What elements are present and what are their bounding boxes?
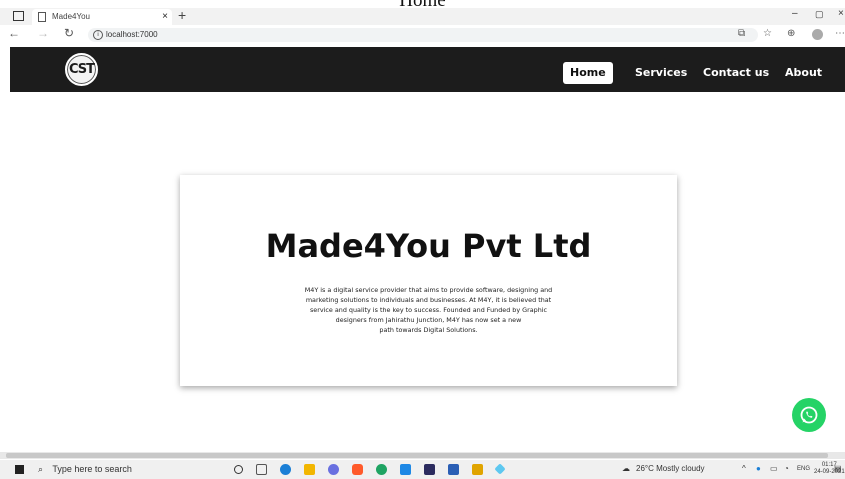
close-window-button[interactable]: × <box>838 8 844 19</box>
search-icon: ⌕ <box>38 464 44 474</box>
nav-home[interactable]: Home <box>563 62 613 84</box>
browser-toolbar: ← → ↻ i localhost:7000 ⧉ ☆ ⊕ ⋯ <box>0 25 845 45</box>
browser-tab-strip: Made4You × + – ▢ × <box>0 7 845 25</box>
site-header: CST Home Services Contact us About <box>10 47 845 92</box>
weather-status[interactable]: 26°C Mostly cloudy <box>636 464 705 473</box>
hero-title: Made4You Pvt Ltd <box>265 227 592 265</box>
horizontal-scrollbar[interactable] <box>0 452 845 459</box>
defender-icon[interactable]: ● <box>756 464 761 473</box>
tab-title: Made4You <box>52 12 90 21</box>
whatsapp-button[interactable] <box>792 398 826 432</box>
more-menu-icon[interactable]: ⋯ <box>835 28 845 39</box>
page-icon <box>38 12 46 22</box>
edge-icon[interactable] <box>280 464 291 475</box>
taskbar-search[interactable]: ⌕ Type here to search <box>38 462 218 477</box>
reading-mode-icon[interactable]: ⧉ <box>738 28 745 39</box>
address-bar[interactable]: i localhost:7000 <box>88 28 758 42</box>
description-line: designers from Jahirathu Junction, M4Y h… <box>335 316 522 324</box>
flutter-icon[interactable] <box>494 463 506 475</box>
url-text: localhost:7000 <box>106 30 158 39</box>
file-explorer-icon[interactable] <box>304 464 315 475</box>
new-tab-button[interactable]: + <box>178 7 186 23</box>
sublime-icon[interactable] <box>472 464 483 475</box>
notification-icon[interactable]: ▤ <box>834 464 842 473</box>
language-indicator[interactable]: ENG <box>797 466 810 472</box>
search-placeholder: Type here to search <box>52 464 132 474</box>
cst-logo[interactable]: CST <box>65 53 98 86</box>
windows-start-icon[interactable] <box>15 465 24 474</box>
cortana-icon[interactable] <box>234 465 243 474</box>
refresh-icon[interactable]: ↻ <box>64 26 74 40</box>
browser-tab[interactable]: Made4You × <box>32 9 172 25</box>
description-line: service and quality is the key to succes… <box>309 306 548 314</box>
minimize-button[interactable]: – <box>792 8 798 19</box>
ide-icon[interactable] <box>424 464 435 475</box>
brave-icon[interactable] <box>352 464 363 475</box>
back-arrow-icon[interactable]: ← <box>8 26 20 40</box>
profile-avatar[interactable] <box>812 29 823 40</box>
favorite-star-icon[interactable]: ☆ <box>763 28 772 39</box>
tab-actions-icon[interactable] <box>13 11 24 21</box>
logo-text: CST <box>68 62 95 77</box>
description-line: path towards Digital Solutions. <box>379 326 478 334</box>
tab-close-icon[interactable]: × <box>162 9 168 25</box>
info-icon[interactable]: i <box>93 30 103 40</box>
whatsapp-icon <box>800 406 818 424</box>
vscode-icon[interactable] <box>400 464 411 475</box>
task-view-icon[interactable] <box>256 464 267 475</box>
word-icon[interactable] <box>448 464 459 475</box>
nav-contact-us[interactable]: Contact us <box>703 62 769 84</box>
scrollbar-thumb[interactable] <box>6 453 828 458</box>
hero-description: M4Y is a digital service provider that a… <box>275 285 582 335</box>
chevron-up-icon[interactable]: ^ <box>742 464 746 473</box>
forward-arrow-icon[interactable]: → <box>37 26 49 40</box>
windows-taskbar: ⌕ Type here to search ☁ 26°C Mostly clou… <box>0 460 845 479</box>
description-line: M4Y is a digital service provider that a… <box>304 286 553 294</box>
collections-icon[interactable]: ⊕ <box>787 28 795 39</box>
chrome-icon[interactable] <box>376 464 387 475</box>
hero-card: Made4You Pvt Ltd M4Y is a digital servic… <box>180 175 677 386</box>
maximize-button[interactable]: ▢ <box>815 9 824 20</box>
weather-icon[interactable]: ☁ <box>622 464 630 473</box>
battery-icon[interactable]: ▭ <box>770 464 778 473</box>
network-icon[interactable]: ◔ <box>784 464 789 473</box>
discord-icon[interactable] <box>328 464 339 475</box>
description-line: marketing solutions to individuals and b… <box>305 296 552 304</box>
nav-services[interactable]: Services <box>635 62 687 84</box>
nav-about[interactable]: About <box>785 62 822 84</box>
